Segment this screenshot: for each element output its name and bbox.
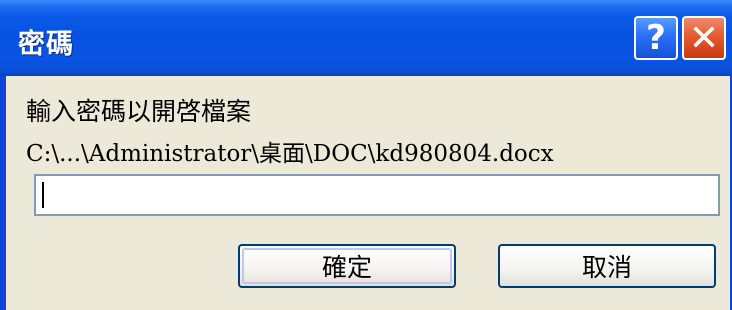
close-button[interactable]: ✕ [682,16,726,60]
cancel-button[interactable]: 取消 [498,244,716,288]
password-prompt-label: 輸入密碼以開啓檔案 [26,97,252,126]
password-dialog: 密碼 ? ✕ 輸入密碼以開啓檔案 C:\...\Administrator\桌面… [0,0,732,310]
dialog-title: 密碼 [18,29,74,60]
text-caret [42,182,44,208]
title-bar[interactable]: 密碼 ? ✕ [0,0,732,76]
help-button[interactable]: ? [634,16,678,60]
file-path-label: C:\...\Administrator\桌面\DOC\kd980804.doc… [26,141,554,167]
ok-button[interactable]: 確定 [238,244,456,288]
dialog-body: 輸入密碼以開啓檔案 C:\...\Administrator\桌面\DOC\kd… [6,76,730,310]
password-input[interactable] [34,174,720,216]
close-icon: ✕ [688,17,720,59]
help-icon: ? [646,18,666,58]
